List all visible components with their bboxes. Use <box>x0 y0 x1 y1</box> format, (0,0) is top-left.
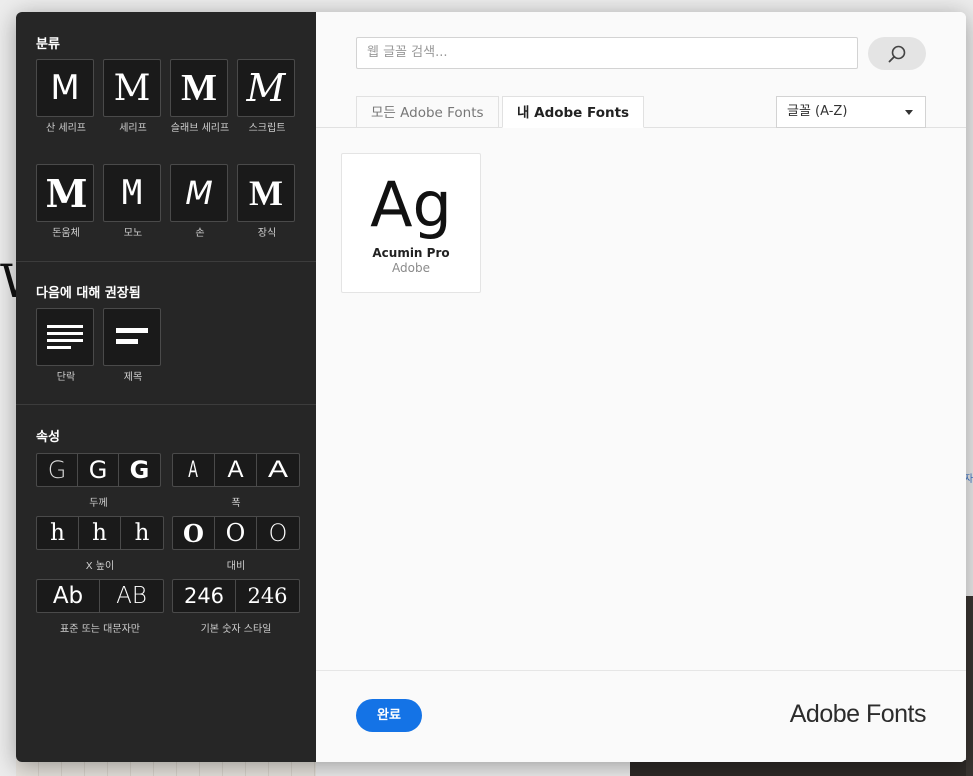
case-standard[interactable]: Ab <box>37 580 100 612</box>
chevron-down-icon <box>905 110 913 115</box>
sort-selected: 글꼴 (A-Z) <box>787 104 848 119</box>
case-caps-only[interactable]: AB <box>100 580 163 612</box>
contrast-high[interactable]: O <box>173 517 215 549</box>
category-script[interactable]: M 스크립트 <box>237 59 297 136</box>
font-sample: Ag <box>370 168 452 241</box>
category-label: 돈움체 <box>52 228 80 239</box>
fonts-dialog: 분류 M 산 세리프 M 세리프 M 슬래브 세리프 M 스크립트 M 돈움체 … <box>16 12 966 762</box>
recommended-label: 단락 <box>56 372 76 383</box>
script-glyph[interactable]: M <box>237 59 295 117</box>
xheight-selector[interactable]: h h h <box>36 516 164 550</box>
search-button[interactable] <box>868 37 926 70</box>
category-label: 세리프 <box>119 123 147 134</box>
font-foundry: Adobe <box>392 261 430 275</box>
case-label: 표준 또는 대문자만 <box>60 624 140 635</box>
width-selector[interactable]: A A A <box>172 453 300 487</box>
main-panel: 웹 글꼴 검색... 모든 Adobe Fonts 내 Adobe Fonts … <box>316 12 966 762</box>
category-serif[interactable]: M 세리프 <box>103 59 163 136</box>
category-blackletter[interactable]: M 돈움체 <box>36 164 96 241</box>
width-wide[interactable]: A <box>257 454 299 486</box>
heading-icon[interactable] <box>103 308 161 366</box>
footer-divider <box>316 670 966 671</box>
recommended-heading[interactable]: 제목 <box>103 308 163 385</box>
category-mono[interactable]: M 모노 <box>103 164 163 241</box>
xheight-medium[interactable]: h <box>79 517 121 549</box>
background-photo <box>966 596 973 776</box>
case-selector[interactable]: Ab AB <box>36 579 164 613</box>
category-label: 손 <box>195 228 205 239</box>
tab-all-adobe-fonts[interactable]: 모든 Adobe Fonts <box>356 96 499 128</box>
category-label: 산 세리프 <box>46 123 86 134</box>
xheight-low[interactable]: h <box>37 517 79 549</box>
divider <box>16 404 316 405</box>
mono-glyph[interactable]: M <box>103 164 161 222</box>
sans-serif-glyph[interactable]: M <box>36 59 94 117</box>
weight-regular[interactable]: G <box>78 454 119 486</box>
background-photo <box>630 760 966 776</box>
tab-my-adobe-fonts[interactable]: 내 Adobe Fonts <box>502 96 645 128</box>
category-slab-serif[interactable]: M 슬래브 세리프 <box>170 59 230 136</box>
width-wide-glyph: A <box>267 456 289 483</box>
background-photo <box>16 760 316 776</box>
category-decorative[interactable]: M 장식 <box>237 164 297 241</box>
recommended-paragraph[interactable]: 단락 <box>36 308 96 385</box>
xheight-label: X 높이 <box>85 561 115 572</box>
divider <box>16 261 316 262</box>
recommended-label: 제목 <box>123 372 143 383</box>
weight-bold[interactable]: G <box>119 454 160 486</box>
search-input[interactable]: 웹 글꼴 검색... <box>356 37 858 69</box>
numerals-selector[interactable]: 246 246 <box>172 579 300 613</box>
adobe-fonts-logo: Adobe Fonts <box>789 700 927 728</box>
paragraph-icon[interactable] <box>36 308 94 366</box>
weight-label: 두께 <box>89 498 108 509</box>
category-label: 스크립트 <box>248 123 286 134</box>
font-card[interactable]: Ag Acumin Pro Adobe <box>341 153 481 293</box>
weight-light[interactable]: G <box>37 454 78 486</box>
category-sans-serif[interactable]: M 산 세리프 <box>36 59 96 136</box>
category-label: 장식 <box>257 228 277 239</box>
xheight-high[interactable]: h <box>121 517 163 549</box>
category-label: 모노 <box>123 228 143 239</box>
slab-serif-glyph[interactable]: M <box>170 59 228 117</box>
font-name: Acumin Pro <box>372 246 450 260</box>
numerals-lining[interactable]: 246 <box>173 580 236 612</box>
classification-title: 분류 <box>36 37 60 52</box>
background-partial-letter: W <box>0 254 16 308</box>
hand-glyph[interactable]: M <box>170 164 228 222</box>
blackletter-glyph[interactable]: M <box>36 164 94 222</box>
numerals-label: 기본 숫자 스타일 <box>200 624 272 635</box>
search-icon <box>888 45 906 62</box>
weight-selector[interactable]: G G G <box>36 453 161 487</box>
serif-glyph[interactable]: M <box>103 59 161 117</box>
properties-title: 속성 <box>36 430 60 445</box>
numerals-oldstyle[interactable]: 246 <box>236 580 299 612</box>
category-label: 슬래브 세리프 <box>170 123 230 134</box>
filter-sidebar: 분류 M 산 세리프 M 세리프 M 슬래브 세리프 M 스크립트 M 돈움체 … <box>16 12 316 762</box>
sort-dropdown[interactable]: 글꼴 (A-Z) <box>776 96 926 128</box>
width-narrow-glyph: A <box>188 456 199 483</box>
contrast-label: 대비 <box>226 561 246 572</box>
recommended-title: 다음에 대해 권장됨 <box>36 286 141 301</box>
contrast-selector[interactable]: O O O <box>172 516 300 550</box>
decorative-glyph[interactable]: M <box>237 164 295 222</box>
contrast-medium[interactable]: O <box>215 517 257 549</box>
width-normal[interactable]: A <box>215 454 257 486</box>
width-label: 폭 <box>231 498 241 509</box>
width-narrow[interactable]: A <box>173 454 215 486</box>
contrast-low[interactable]: O <box>257 517 299 549</box>
done-button[interactable]: 완료 <box>356 699 422 732</box>
category-hand[interactable]: M 손 <box>170 164 230 241</box>
